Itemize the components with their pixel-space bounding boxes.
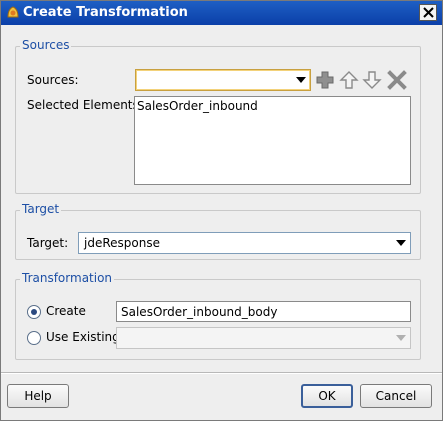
delete-icon[interactable] <box>387 70 407 90</box>
use-existing-radio[interactable] <box>27 331 41 345</box>
create-radio-label[interactable]: Create <box>46 304 86 318</box>
create-transformation-dialog: Create Transformation Sources Sources: S… <box>0 0 443 421</box>
create-radio[interactable] <box>27 305 41 319</box>
sources-legend: Sources <box>20 38 72 52</box>
sources-dropdown[interactable] <box>135 69 311 91</box>
list-item[interactable]: SalesOrder_inbound <box>137 99 258 113</box>
help-button[interactable]: Help <box>7 384 69 408</box>
create-name-input[interactable] <box>117 302 410 321</box>
chevron-down-icon <box>396 240 406 246</box>
sources-label: Sources: <box>27 73 79 87</box>
move-down-icon[interactable] <box>362 70 382 90</box>
title-bar: Create Transformation <box>1 1 442 25</box>
button-bar-separator <box>1 372 442 374</box>
add-icon[interactable] <box>315 70 335 90</box>
radio-selected-dot <box>31 309 37 315</box>
selected-elements-label: Selected Elements: <box>27 98 143 112</box>
close-button[interactable] <box>419 4 437 21</box>
chevron-down-icon <box>296 77 306 83</box>
move-up-icon[interactable] <box>339 70 359 90</box>
chevron-down-icon <box>396 335 406 341</box>
app-icon <box>5 4 21 20</box>
target-label: Target: <box>27 236 69 250</box>
ok-button[interactable]: OK <box>301 384 353 408</box>
target-dropdown[interactable]: jdeResponse <box>78 232 411 254</box>
target-dropdown-value: jdeResponse <box>84 236 160 250</box>
transformation-legend: Transformation <box>20 271 115 285</box>
create-name-field[interactable] <box>116 301 411 322</box>
use-existing-dropdown[interactable] <box>116 327 411 349</box>
window-title: Create Transformation <box>23 5 188 20</box>
cancel-button[interactable]: Cancel <box>360 384 432 408</box>
target-legend: Target <box>20 202 62 216</box>
selected-elements-list[interactable]: SalesOrder_inbound <box>134 96 411 185</box>
use-existing-radio-label[interactable]: Use Existing <box>46 330 120 344</box>
close-icon <box>423 7 434 18</box>
